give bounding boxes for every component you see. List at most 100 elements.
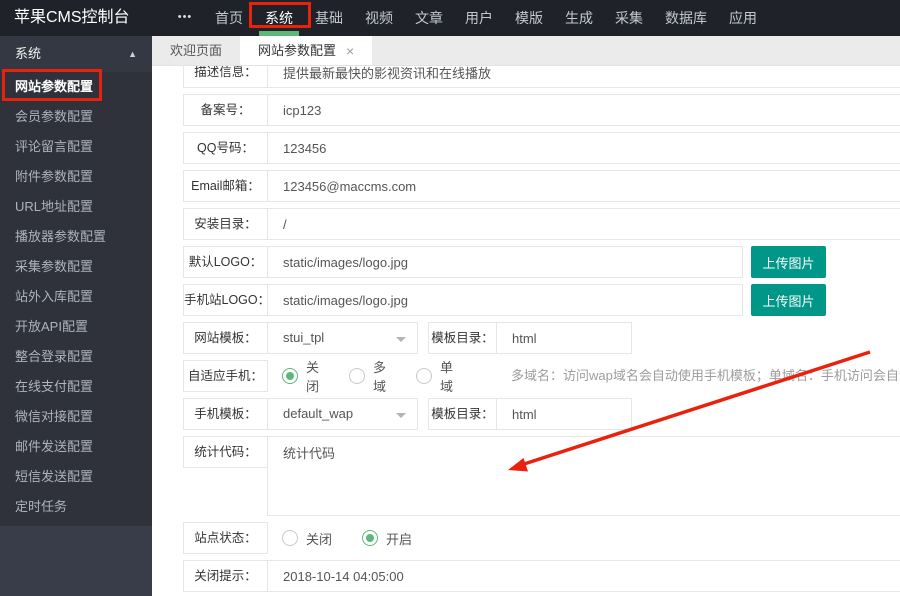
tab-welcome[interactable]: 欢迎页面 [152,36,240,65]
email-label: Email邮箱： [183,170,268,202]
chevron-down-icon [396,413,406,423]
sidebar-group-label: 系统 [15,36,41,72]
email-input[interactable] [267,170,900,202]
form-row-statistics: 统计代码： 统计代码 [183,436,900,516]
wap-template-dir-label: 模板目录： [428,398,497,430]
wap-template-select[interactable]: default_wap [267,398,418,430]
sidebar-item-4[interactable]: 附件参数配置 [0,162,152,192]
template-select[interactable]: stui_tpl [267,322,418,354]
radio-icon [362,530,378,546]
sidebar-item-9[interactable]: 开放API配置 [0,312,152,342]
form-panel: 描述信息： 备案号： QQ号码： Email邮箱： 安装目录： 默认LOGO： … [152,66,900,596]
template-select-value: stui_tpl [283,330,324,345]
form-row-template: 网站模板： stui_tpl 模板目录： [183,322,900,354]
sidebar-item-10[interactable]: 整合登录配置 [0,342,152,372]
sidebar-item-6[interactable]: 播放器参数配置 [0,222,152,252]
nav-item-1[interactable]: 首页 [204,0,254,36]
form-row-icp: 备案号： [183,94,900,126]
more-menu-icon[interactable]: ••• [166,0,204,36]
logo-input[interactable] [267,246,743,278]
radio-icon [282,530,298,546]
tab-label: 网站参数配置 [258,36,336,66]
radio-status-open[interactable]: 开启 [362,529,412,548]
template-dir-input[interactable] [496,322,632,354]
nav-item-3[interactable]: 基础 [304,0,354,36]
description-input[interactable] [267,66,900,88]
wap-template-dir-input[interactable] [496,398,632,430]
chevron-down-icon [396,337,406,347]
upload-wap-logo-button[interactable]: 上传图片 [751,284,826,316]
install-dir-label: 安装目录： [183,208,268,240]
sidebar-item-3[interactable]: 评论留言配置 [0,132,152,162]
qq-input[interactable] [267,132,900,164]
form-row-install-dir: 安装目录： [183,208,900,240]
nav-item-8[interactable]: 生成 [554,0,604,36]
adaptive-help-text: 多域名：访问wap域名会自动使用手机模板；单域名：手机访问会自动使用手机 [511,360,900,392]
nav-item-7[interactable]: 模版 [504,0,554,36]
icp-label: 备案号： [183,94,268,126]
close-tip-input[interactable] [267,560,900,592]
form-row-email: Email邮箱： [183,170,900,202]
tab-bar: 欢迎页面 网站参数配置 × [152,36,900,66]
logo-label: 默认LOGO： [183,246,268,278]
nav-item-9[interactable]: 采集 [604,0,654,36]
app-title: 苹果CMS控制台 [0,0,166,36]
nav-item-6[interactable]: 用户 [454,0,504,36]
radio-icon [349,368,365,384]
qq-label: QQ号码： [183,132,268,164]
nav-item-11[interactable]: 应用 [718,0,768,36]
sidebar-item-13[interactable]: 邮件发送配置 [0,432,152,462]
close-tip-label: 关闭提示： [183,560,268,592]
tab-site-config[interactable]: 网站参数配置 × [240,36,372,65]
sidebar-item-8[interactable]: 站外入库配置 [0,282,152,312]
sidebar-item-11[interactable]: 在线支付配置 [0,372,152,402]
adaptive-radio-group: 关闭 多域 单域 [282,360,483,392]
install-dir-input[interactable] [267,208,900,240]
annotation-box-sidebar-item [2,69,102,101]
nav-item-5[interactable]: 文章 [404,0,454,36]
site-status-label: 站点状态： [183,522,268,554]
sidebar-item-5[interactable]: URL地址配置 [0,192,152,222]
form-row-logo: 默认LOGO： 上传图片 [183,246,900,278]
template-dir-label: 模板目录： [428,322,497,354]
radio-icon [282,368,298,384]
sidebar-item-7[interactable]: 采集参数配置 [0,252,152,282]
form-row-adaptive: 自适应手机： 关闭 多域 单域 多域名：访问wap域名会自动使用手机模板；单域名… [183,360,900,392]
top-navbar: 苹果CMS控制台 ••• 首页系统基础视频文章用户模版生成采集数据库应用 [0,0,900,36]
annotation-box-nav-system [249,2,311,28]
wap-template-select-value: default_wap [283,406,353,421]
form-row-site-status: 站点状态： 关闭 开启 [183,522,900,554]
radio-adapt-close[interactable]: 关闭 [282,357,319,395]
wap-logo-input[interactable] [267,284,743,316]
radio-adapt-single-domain[interactable]: 单域 [416,357,453,395]
form-row-close-tip: 关闭提示： [183,560,900,592]
sidebar-item-15[interactable]: 定时任务 [0,492,152,522]
icp-input[interactable] [267,94,900,126]
close-icon[interactable]: × [346,44,354,58]
template-label: 网站模板： [183,322,268,354]
upload-logo-button[interactable]: 上传图片 [751,246,826,278]
radio-status-close[interactable]: 关闭 [282,529,332,548]
sidebar: 系统 ▲ 网站参数配置会员参数配置评论留言配置附件参数配置URL地址配置播放器参… [0,36,152,596]
sidebar-menu: 网站参数配置会员参数配置评论留言配置附件参数配置URL地址配置播放器参数配置采集… [0,72,152,526]
form-row-description: 描述信息： [183,66,900,88]
form-row-wap-template: 手机模板： default_wap 模板目录： [183,398,900,430]
statistics-label: 统计代码： [183,436,268,468]
nav-item-10[interactable]: 数据库 [654,0,718,36]
sidebar-group-system[interactable]: 系统 ▲ [0,36,152,72]
nav-item-4[interactable]: 视频 [354,0,404,36]
wap-template-label: 手机模板： [183,398,268,430]
description-label: 描述信息： [183,66,268,88]
site-status-radio-group: 关闭 开启 [282,522,442,554]
sidebar-item-14[interactable]: 短信发送配置 [0,462,152,492]
wap-logo-label: 手机站LOGO： [183,284,268,316]
chevron-up-icon: ▲ [128,36,137,72]
radio-adapt-multi-domain[interactable]: 多域 [349,357,386,395]
statistics-textarea[interactable]: 统计代码 [267,436,900,516]
adaptive-label: 自适应手机： [183,360,268,392]
sidebar-item-12[interactable]: 微信对接配置 [0,402,152,432]
screen: 苹果CMS控制台 ••• 首页系统基础视频文章用户模版生成采集数据库应用 系统 … [0,0,900,596]
sidebar-item-2[interactable]: 会员参数配置 [0,102,152,132]
form-row-wap-logo: 手机站LOGO： 上传图片 [183,284,900,316]
tab-label: 欢迎页面 [170,43,222,58]
